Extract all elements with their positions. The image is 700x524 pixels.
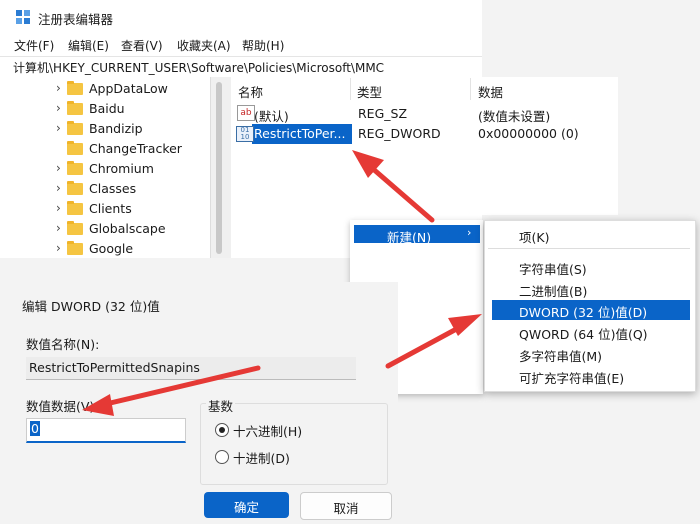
- tree-item-label: AppDataLow: [89, 81, 168, 96]
- value-data-label: 数值数据(V):: [26, 399, 99, 414]
- chevron-right-icon[interactable]: ›: [56, 101, 61, 115]
- dialog-title: 编辑 DWORD (32 位)值: [22, 299, 160, 314]
- tree-item-label: Baidu: [89, 101, 125, 116]
- menu-view[interactable]: 查看(V): [121, 37, 163, 54]
- folder-icon: [67, 121, 83, 135]
- registry-editor-icon: [16, 10, 30, 24]
- tree-item-label: Google: [89, 241, 134, 256]
- column-header-name[interactable]: 名称: [238, 82, 263, 101]
- chevron-right-icon[interactable]: ›: [56, 81, 61, 95]
- tree-item-label: Globalscape: [89, 221, 166, 236]
- address-bar[interactable]: 计算机\HKEY_CURRENT_USER\Software\Policies\…: [0, 56, 482, 78]
- ok-button[interactable]: 确定: [204, 492, 289, 518]
- address-path: 计算机\HKEY_CURRENT_USER\Software\Policies\…: [13, 61, 385, 75]
- menu-help[interactable]: 帮助(H): [242, 37, 284, 54]
- value-type: REG_DWORD: [358, 126, 441, 141]
- cancel-button-label: 取消: [333, 501, 359, 516]
- folder-icon: [67, 241, 83, 255]
- menu-item-qword-value[interactable]: QWORD (64 位)值(Q): [519, 324, 648, 343]
- value-name: (默认): [254, 109, 289, 124]
- column-divider[interactable]: [350, 78, 351, 100]
- radio-hexadecimal-label[interactable]: 十六进制(H): [233, 421, 302, 440]
- value-name: RestrictToPer...: [254, 126, 346, 141]
- tree-item[interactable]: › AppDataLow: [0, 79, 210, 99]
- value-row[interactable]: ab (默认) REG_SZ (数值未设置): [232, 104, 618, 124]
- tree-item-label: ChangeTracker: [89, 141, 182, 156]
- menu-separator: [488, 248, 690, 249]
- tree-item[interactable]: › Chromium: [0, 159, 210, 179]
- chevron-right-icon: ›: [467, 226, 472, 239]
- tree-item-label: Chromium: [89, 161, 154, 176]
- cancel-button[interactable]: 取消: [300, 492, 392, 520]
- title-bar: 注册表编辑器: [0, 0, 482, 34]
- folder-icon: [67, 141, 83, 155]
- chevron-right-icon[interactable]: ›: [56, 121, 61, 135]
- folder-icon: [67, 161, 83, 175]
- folder-icon: [67, 201, 83, 215]
- value-data: 0x00000000 (0): [478, 126, 579, 141]
- menu-file[interactable]: 文件(F): [14, 37, 54, 54]
- menu-bar: 文件(F) 编辑(E) 查看(V) 收藏夹(A) 帮助(H): [0, 34, 482, 56]
- column-header-type[interactable]: 类型: [357, 82, 382, 101]
- base-group: [200, 403, 388, 485]
- radio-hexadecimal[interactable]: [215, 423, 229, 437]
- folder-icon: [67, 81, 83, 95]
- chevron-right-icon[interactable]: ›: [56, 201, 61, 215]
- value-name-text: RestrictToPermittedSnapins: [29, 360, 200, 375]
- radio-decimal-label[interactable]: 十进制(D): [233, 448, 290, 467]
- tree-item[interactable]: › Classes: [0, 179, 210, 199]
- tree-item[interactable]: › Clients: [0, 199, 210, 219]
- menu-item-label: 新建(N): [387, 230, 432, 245]
- chevron-right-icon[interactable]: ›: [56, 181, 61, 195]
- folder-icon: [67, 221, 83, 235]
- string-value-icon: ab: [237, 105, 255, 121]
- tree-item[interactable]: › Globalscape: [0, 219, 210, 239]
- menu-item-new[interactable]: 新建(N) ›: [354, 225, 480, 245]
- value-data-input[interactable]: [26, 418, 186, 443]
- menu-item-string-value[interactable]: 字符串值(S): [519, 259, 587, 278]
- tree-item[interactable]: › Baidu: [0, 99, 210, 119]
- column-divider[interactable]: [470, 78, 471, 100]
- menu-favorites[interactable]: 收藏夹(A): [177, 37, 231, 54]
- chevron-right-icon[interactable]: ›: [56, 161, 61, 175]
- menu-item-expandable-string-value[interactable]: 可扩充字符串值(E): [519, 368, 624, 387]
- base-group-label: 基数: [206, 396, 236, 415]
- menu-item-dword-value[interactable]: DWORD (32 位)值(D): [519, 302, 647, 321]
- menu-edit[interactable]: 编辑(E): [68, 37, 109, 54]
- ok-button-label: 确定: [233, 500, 259, 515]
- value-name-label: 数值名称(N):: [26, 337, 100, 352]
- column-header-data[interactable]: 数据: [478, 82, 503, 101]
- tree-item[interactable]: ChangeTracker: [0, 139, 210, 159]
- value-type: REG_SZ: [358, 106, 408, 121]
- chevron-right-icon[interactable]: ›: [56, 221, 61, 235]
- tree-item[interactable]: › Bandizip: [0, 119, 210, 139]
- tree-item-label: Bandizip: [89, 121, 143, 136]
- folder-icon: [67, 101, 83, 115]
- menu-item-multi-string-value[interactable]: 多字符串值(M): [519, 346, 602, 365]
- app-title: 注册表编辑器: [38, 12, 114, 27]
- tree-item-label: Classes: [89, 181, 137, 196]
- radio-decimal[interactable]: [215, 450, 229, 464]
- value-data: (数值未设置): [478, 109, 551, 124]
- tree-item-label: Clients: [89, 201, 132, 216]
- tree-item[interactable]: › Google: [0, 239, 210, 258]
- tree-scrollbar[interactable]: [216, 82, 222, 254]
- value-data-text[interactable]: 0: [30, 421, 40, 436]
- value-row-selected[interactable]: 01 10 RestrictToPer... REG_DWORD 0x000000…: [232, 124, 618, 144]
- folder-icon: [67, 181, 83, 195]
- menu-item-key[interactable]: 项(K): [519, 227, 549, 246]
- chevron-right-icon[interactable]: ›: [56, 241, 61, 255]
- key-tree: › AppDataLow › Baidu › Bandizip ChangeTrack…: [0, 77, 210, 258]
- menu-item-binary-value[interactable]: 二进制值(B): [519, 281, 587, 300]
- binary-value-icon: 01 10: [236, 126, 254, 142]
